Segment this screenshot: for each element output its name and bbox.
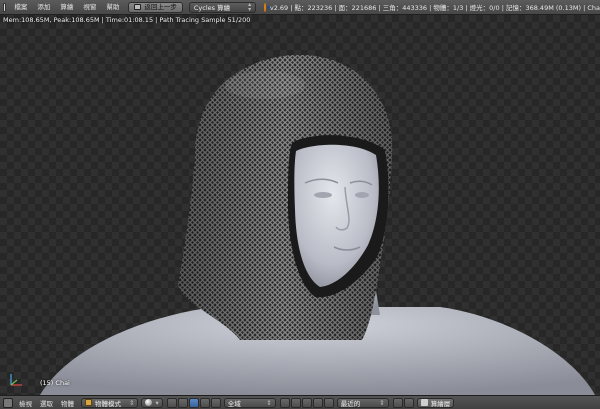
translate-manipulator-button[interactable] (188, 397, 199, 408)
render-still-button[interactable] (392, 397, 403, 408)
manipulator-toggle[interactable] (177, 397, 188, 408)
render-layers-icon (420, 399, 428, 406)
menu-file[interactable]: 檔案 (9, 0, 32, 14)
layer-button-3[interactable] (301, 397, 312, 408)
chevron-down-icon: ▾ (155, 398, 159, 407)
menu-window[interactable]: 視窗 (78, 0, 101, 14)
scene-stats: v2.69 | 點：223236 | 面：221686 | 三角：443336 … (269, 4, 600, 12)
shading-sphere-icon (145, 399, 153, 406)
render-engine-label: Cycles 算繪 (193, 4, 231, 12)
pivot-point-button[interactable] (166, 397, 177, 408)
transform-orientation-select[interactable]: 全域 ⇕ (223, 397, 276, 408)
snap-target-select[interactable]: 最近的 ⇕ (336, 397, 389, 408)
render-layers-button[interactable]: 算繪層 (416, 397, 455, 408)
3d-viewport[interactable]: Mem:108.65M, Peak:108.65M | Time:01:08.1… (0, 15, 600, 395)
chevron-updown-icon: ▴ ▾ (248, 1, 252, 13)
editor-type-icon[interactable] (3, 2, 7, 12)
back-icon (134, 4, 142, 10)
layer-button-1[interactable] (279, 397, 290, 408)
menu-object[interactable]: 物體 (57, 398, 78, 408)
snap-toggle-button[interactable] (323, 397, 334, 408)
info-header: 檔案 添加 算繪 視窗 幫助 返回上一步 Cycles 算繪 ▴ ▾ v2.69 … (0, 0, 600, 15)
chevron-updown-icon: ⇕ (266, 398, 272, 407)
layer-button-4[interactable] (312, 397, 323, 408)
viewport-shading-select[interactable]: ▾ (141, 397, 163, 408)
scale-manipulator-button[interactable] (210, 397, 221, 408)
chevron-updown-icon: ⇕ (129, 398, 135, 407)
layer-button-2[interactable] (290, 397, 301, 408)
back-to-previous-button[interactable]: 返回上一步 (128, 1, 183, 13)
mode-label: 物體模式 (95, 399, 121, 408)
rotate-manipulator-button[interactable] (199, 397, 210, 408)
render-progress-info: Mem:108.65M, Peak:108.65M | Time:01:08.1… (3, 16, 251, 24)
rendered-chainmail-coif (40, 55, 595, 395)
render-layers-label: 算繪層 (430, 399, 451, 408)
object-mode-icon (85, 399, 92, 406)
3d-view-header: 檢視 選取 物體 物體模式 ⇕ ▾ 全域 ⇕ 最近的 ⇕ 算繪層 (0, 395, 600, 409)
menu-view[interactable]: 檢視 (15, 398, 36, 408)
menu-render[interactable]: 算繪 (55, 0, 78, 14)
blender-logo-icon (264, 2, 270, 12)
view3d-editor-icon[interactable] (3, 397, 13, 408)
render-engine-select[interactable]: Cycles 算繪 ▴ ▾ (188, 1, 257, 13)
active-object-label: (15) Chai (40, 379, 70, 387)
mode-select[interactable]: 物體模式 ⇕ (81, 397, 139, 408)
orientation-label: 全域 (227, 399, 241, 408)
back-button-label: 返回上一步 (144, 2, 177, 11)
menu-add[interactable]: 添加 (32, 0, 55, 14)
menu-select[interactable]: 選取 (36, 398, 57, 408)
render-animation-button[interactable] (403, 397, 414, 408)
axes-gizmo-icon (10, 374, 22, 386)
menu-help[interactable]: 幫助 (101, 0, 124, 14)
snap-target-label: 最近的 (340, 399, 361, 408)
chevron-updown-icon: ⇕ (379, 398, 385, 407)
